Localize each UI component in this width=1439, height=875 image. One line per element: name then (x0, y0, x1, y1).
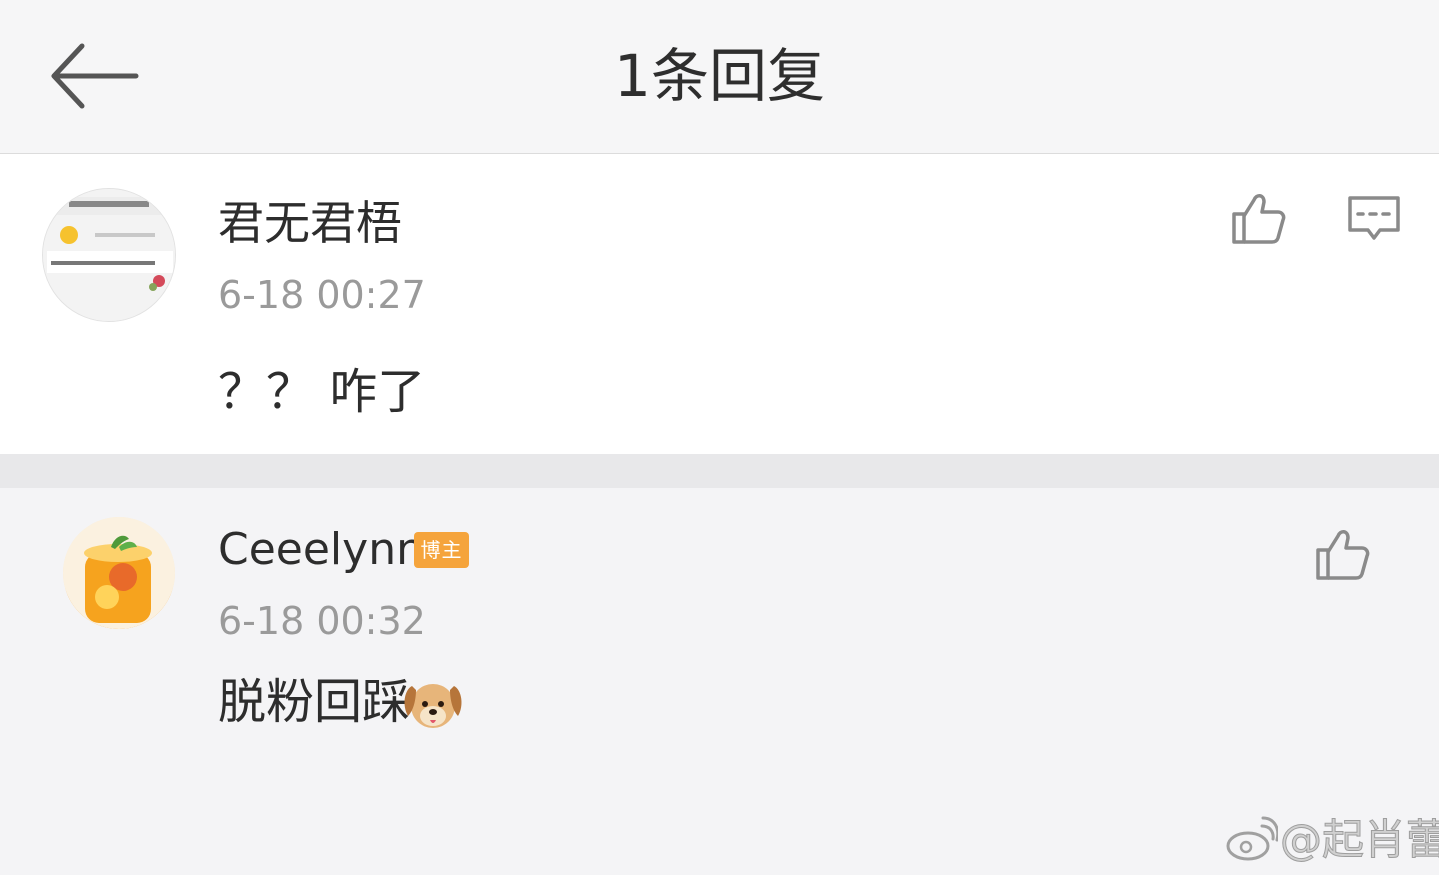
reply-like-button[interactable] (1312, 524, 1372, 584)
blogger-badge: 博主 (414, 532, 469, 568)
section-divider (0, 454, 1439, 488)
watermark-text: @起肖蕾 (1279, 815, 1439, 865)
comment-text: ？？ 咋了 (218, 364, 426, 420)
thumbs-up-icon (1316, 530, 1370, 580)
reply-avatar[interactable] (63, 517, 175, 629)
avatar-image (43, 189, 175, 321)
comment-username[interactable]: 君无君梧 (218, 195, 402, 251)
comment-bubble-icon (1348, 196, 1400, 240)
avatar[interactable] (42, 188, 176, 322)
reply-button[interactable] (1346, 192, 1402, 246)
top-navigation-bar: 1条回复 (0, 0, 1439, 154)
weibo-logo-icon (1226, 816, 1280, 861)
thumbs-up-icon (1232, 194, 1286, 244)
reply-username[interactable]: Ceeelynn (218, 522, 424, 578)
comment-timestamp: 6-18 00:27 (218, 273, 426, 317)
reply-text: 脱粉回踩 (218, 674, 411, 730)
reply-timestamp: 6-18 00:32 (218, 599, 426, 643)
like-button[interactable] (1228, 188, 1288, 248)
page-title: 1条回复 (614, 42, 825, 110)
reply-list (0, 488, 1439, 875)
avatar-image (63, 517, 175, 629)
dog-face-icon (402, 676, 464, 732)
reply-detail-page: 1条回复 君无君梧 6-18 00:27 ？？ 咋了 Ceeelynn 博主 6… (0, 0, 1439, 875)
main-comment-card (0, 154, 1439, 454)
